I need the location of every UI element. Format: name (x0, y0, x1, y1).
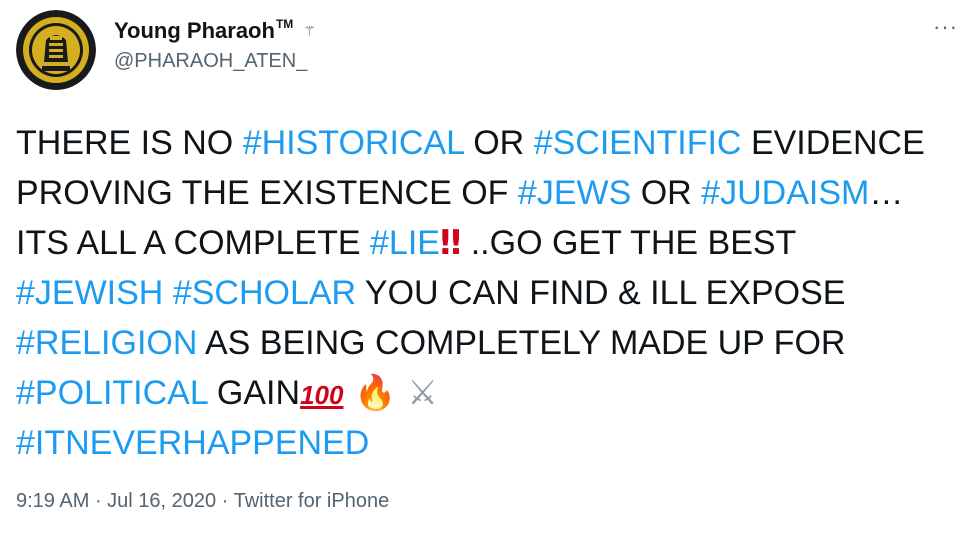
tweet-text-segment: … (869, 174, 904, 212)
tweet-text-segment: EVIDENCE (741, 124, 925, 162)
trademark-mark: TM (275, 17, 294, 31)
tweet-text-segment: OR (463, 124, 534, 162)
avatar[interactable] (16, 10, 96, 90)
display-name[interactable]: Young Pharaoh (114, 18, 275, 44)
fire-icon: 🔥 (343, 373, 397, 413)
crossed-swords-icon: ⚔ (396, 373, 438, 413)
tweet-line: #POLITICAL GAIN100 🔥 ⚔ (16, 368, 966, 418)
tweet-line: PROVING THE EXISTENCE OF #JEWS OR #JUDAI… (16, 168, 966, 218)
tweet-text-segment: ITS ALL A COMPLETE (16, 224, 370, 262)
tweet-text-segment: OR (631, 174, 702, 212)
tweet-time[interactable]: 9:19 AM (16, 490, 89, 512)
tweet-text-segment: ..GO GET THE BEST (461, 224, 797, 262)
tweet-text-segment: PROVING THE EXISTENCE OF (16, 174, 518, 212)
tweet-text-segment: THERE IS NO (16, 124, 243, 162)
hundred-points-icon: 100 (300, 380, 344, 410)
caduceus-icon: ⚚ (303, 22, 316, 39)
tweet-text-segment (163, 274, 172, 312)
tweet-line: THERE IS NO #HISTORICAL OR #SCIENTIFIC E… (16, 118, 966, 168)
hashtag-link[interactable]: #POLITICAL (16, 374, 207, 412)
meta-separator: · (216, 490, 234, 512)
tweet-text-segment: YOU CAN FIND & ILL EXPOSE (356, 274, 846, 312)
double-exclamation-icon: ‼ (439, 223, 462, 263)
hashtag-link[interactable]: #JEWISH (16, 274, 163, 312)
tweet-line: ITS ALL A COMPLETE #LIE‼ ..GO GET THE BE… (16, 218, 966, 268)
tweet-text: THERE IS NO #HISTORICAL OR #SCIENTIFIC E… (16, 118, 966, 468)
hashtag-link[interactable]: #JUDAISM (701, 174, 869, 212)
hashtag-link[interactable]: #RELIGION (16, 324, 197, 362)
tweet-meta: 9:19 AM · Jul 16, 2020 · Twitter for iPh… (16, 490, 389, 513)
pharaoh-emblem-icon (16, 10, 96, 90)
tweet-line: #RELIGION AS BEING COMPLETELY MADE UP FO… (16, 318, 966, 368)
hashtag-link[interactable]: #HISTORICAL (243, 124, 464, 162)
tweet-line: #JEWISH #SCHOLAR YOU CAN FIND & ILL EXPO… (16, 268, 966, 318)
meta-separator: · (89, 490, 108, 512)
display-name-row[interactable]: Young Pharaoh TM ⚚ (114, 17, 316, 44)
hashtag-link[interactable]: #ITNEVERHAPPENED (16, 424, 369, 462)
hashtag-link[interactable]: #LIE (370, 224, 440, 262)
tweet-line: #ITNEVERHAPPENED (16, 418, 966, 468)
hashtag-link[interactable]: #SCIENTIFIC (534, 124, 742, 162)
tweet-date[interactable]: Jul 16, 2020 (107, 490, 216, 512)
tweet-source-link[interactable]: Twitter for iPhone (234, 490, 390, 512)
hashtag-link[interactable]: #JEWS (518, 174, 631, 212)
tweet-card: Young Pharaoh TM ⚚ @PHARAOH_ATEN_ ··· THER… (0, 0, 980, 537)
tweet-text-segment: AS BEING COMPLETELY MADE UP FOR (197, 324, 846, 362)
hashtag-link[interactable]: #SCHOLAR (173, 274, 356, 312)
tweet-text-segment: GAIN (207, 374, 301, 412)
user-handle[interactable]: @PHARAOH_ATEN_ (114, 50, 307, 73)
more-options-icon[interactable]: ··· (933, 14, 958, 40)
